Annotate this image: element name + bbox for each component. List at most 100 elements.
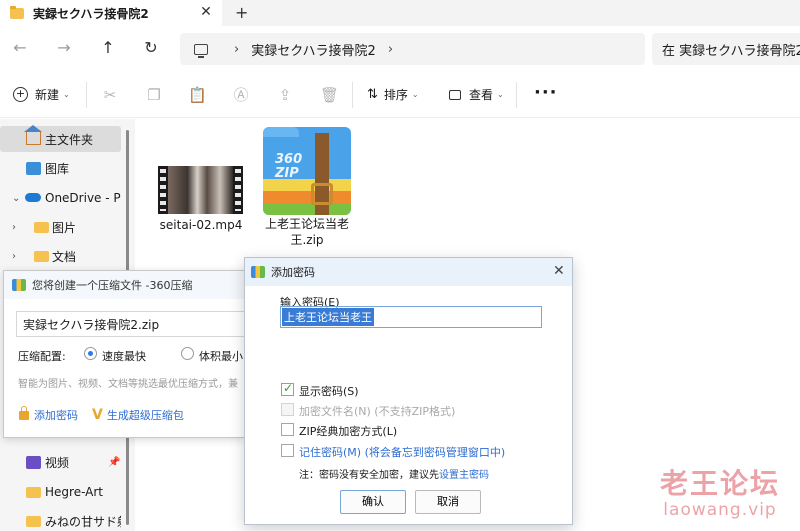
remember-password-checkbox[interactable] <box>281 444 294 457</box>
zip-tab <box>263 127 299 137</box>
app-360-icon <box>12 279 26 291</box>
chevron-down-icon: ⌄ <box>497 90 504 99</box>
remember-password-label[interactable]: 记住密码(M) (将会备忘到密码管理窗口中) <box>299 444 505 460</box>
radio-smallest[interactable] <box>181 347 194 360</box>
super-compress-label: 生成超级压缩包 <box>106 409 184 422</box>
folder-icon <box>34 222 49 233</box>
password-dialog-title: 添加密码 <box>271 266 315 279</box>
view-button[interactable]: 查看 ⌄ <box>449 86 504 103</box>
password-input[interactable]: 上老王论坛当老王 <box>280 306 542 328</box>
sidebar-item-documents[interactable]: › 文档 <box>0 243 121 269</box>
sidebar-item-gallery[interactable]: 图库 <box>0 155 121 181</box>
sidebar-item-label: 图库 <box>45 161 70 176</box>
breadcrumb-separator: › <box>234 41 240 57</box>
pin-icon[interactable]: 📌 <box>108 457 120 468</box>
sidebar-item-label: 图片 <box>52 220 77 235</box>
cancel-button[interactable]: 取消 <box>415 490 481 514</box>
compress-dialog-title: 您将创建一个压缩文件 -360压缩 <box>32 279 193 292</box>
refresh-icon[interactable]: ↻ <box>141 38 161 58</box>
sidebar-item-label: 视频 <box>45 455 70 470</box>
address-bar[interactable]: › 実録セクハラ接骨院2 › <box>180 33 645 65</box>
forward-arrow-icon[interactable]: → <box>54 38 74 58</box>
tab-title: 実録セクハラ接骨院2 <box>33 6 149 21</box>
zip-file-icon[interactable]: 360 ZIP <box>263 127 351 215</box>
sidebar-item-label: OneDrive - Personal <box>45 191 121 205</box>
watermark-cn: 老王论坛 <box>660 467 781 500</box>
monitor-icon <box>194 43 208 58</box>
app-360-icon <box>251 266 265 278</box>
new-label: 新建 <box>35 88 60 102</box>
add-icon: + <box>13 87 28 102</box>
toolbar-divider <box>516 82 517 108</box>
compress-hint: 智能为图片、视频、文档等挑选最优压缩方式，兼 <box>18 379 238 390</box>
sidebar-item-onedrive[interactable]: ⌄ OneDrive - Personal <box>0 185 121 211</box>
zip-classic-label[interactable]: ZIP经典加密方式(L) <box>299 423 397 439</box>
video-file-thumbnail[interactable] <box>158 166 243 214</box>
chevron-down-icon: ⌄ <box>63 90 70 99</box>
zip-icon-text: 360 ZIP <box>275 152 303 181</box>
cut-icon[interactable]: ✂ <box>101 86 119 104</box>
file-name-zip[interactable]: 上老王论坛当老王.zip <box>258 216 356 248</box>
breadcrumb-separator[interactable]: › <box>388 42 393 57</box>
chevron-right-icon[interactable]: › <box>12 251 16 262</box>
password-value: 上老王论坛当老王 <box>282 308 374 326</box>
sort-label: 排序 <box>383 88 408 102</box>
chevron-right-icon[interactable]: › <box>12 222 16 233</box>
sidebar-item-hegre-art[interactable]: Hegre-Art <box>0 479 121 505</box>
chevron-down-icon[interactable]: ⌄ <box>12 193 20 204</box>
archive-name-input[interactable]: 実録セクハラ接骨院2.zip <box>16 311 246 337</box>
super-compress-link[interactable]: V 生成超级压缩包 <box>92 407 184 423</box>
paste-icon[interactable]: 📋 <box>188 86 207 104</box>
password-dialog-titlebar[interactable]: 添加密码 <box>245 258 572 286</box>
rename-icon[interactable]: Ⓐ <box>232 86 250 104</box>
show-password-label[interactable]: 显示密码(S) <box>299 383 359 399</box>
home-icon <box>24 125 42 145</box>
video-icon <box>26 456 41 469</box>
zip-band <box>263 203 351 215</box>
compress-dialog-titlebar[interactable]: 您将创建一个压缩文件 -360压缩 <box>4 271 246 299</box>
share-icon[interactable]: ⇪ <box>276 86 294 104</box>
sort-button[interactable]: ⇅ 排序 ⌄ <box>367 86 419 103</box>
zip-classic-checkbox[interactable] <box>281 423 294 436</box>
delete-icon[interactable]: 🗑 <box>320 86 339 104</box>
tab-close-icon[interactable]: ✕ <box>199 5 213 19</box>
add-password-label: 添加密码 <box>34 409 78 422</box>
ok-button[interactable]: 确认 <box>340 490 406 514</box>
more-options-icon[interactable]: ··· <box>534 82 558 103</box>
sidebar-item-mineno[interactable]: みねの甘サド射 <box>0 508 121 531</box>
toolbar-divider <box>352 82 353 108</box>
copy-icon[interactable]: ❐ <box>145 86 163 104</box>
radio-fastest[interactable] <box>84 347 97 360</box>
encrypt-filename-label: 加密文件名(N) (不支持ZIP格式) <box>299 405 456 418</box>
password-note-text: 注：密码没有安全加密，建议先 <box>299 470 439 481</box>
sidebar-item-label: Hegre-Art <box>45 485 103 499</box>
video-frame-image <box>168 166 233 214</box>
radio-smallest-label[interactable]: 体积最小 <box>199 348 243 364</box>
folder-icon <box>26 516 41 527</box>
command-toolbar: + 新建 ⌄ ✂ ❐ 📋 Ⓐ ⇪ 🗑 ⇅ 排序 ⌄ 查看 ⌄ ··· <box>0 72 800 118</box>
view-icon <box>449 89 461 100</box>
search-input[interactable]: 在 実録セクハラ接骨院2 中搜索 <box>652 33 800 65</box>
chevron-down-icon: ⌄ <box>411 90 419 99</box>
compress-option-label: 压缩配置: <box>18 350 66 363</box>
sidebar-item-pictures[interactable]: › 图片 <box>0 214 121 240</box>
new-button[interactable]: + 新建 ⌄ <box>13 86 70 103</box>
encrypt-filename-checkbox <box>281 403 294 416</box>
back-arrow-icon[interactable]: ← <box>10 38 30 58</box>
radio-fastest-label[interactable]: 速度最快 <box>102 348 146 364</box>
breadcrumb-folder[interactable]: 実録セクハラ接骨院2 <box>251 40 376 59</box>
navigation-bar: ← → ↑ ↻ › 実録セクハラ接骨院2 › 在 実録セクハラ接骨院2 中搜索 <box>0 26 800 72</box>
zip-buckle <box>311 183 333 205</box>
tab-folder[interactable]: 実録セクハラ接骨院2 ✕ <box>0 0 222 26</box>
close-icon[interactable]: ✕ <box>553 264 565 278</box>
new-tab-button[interactable]: + <box>235 3 248 22</box>
add-password-link[interactable]: 添加密码 <box>19 405 78 423</box>
sidebar-item-videos[interactable]: 视频 📌 <box>0 449 121 475</box>
show-password-checkbox[interactable] <box>281 381 294 396</box>
set-master-password-link[interactable]: 设置主密码 <box>439 470 489 481</box>
up-arrow-icon[interactable]: ↑ <box>98 38 118 58</box>
sidebar-item-home[interactable]: 主文件夹 <box>0 125 121 152</box>
file-name-video[interactable]: seitai-02.mp4 <box>150 218 252 232</box>
folder-icon <box>26 487 41 498</box>
sort-icon: ⇅ <box>367 87 378 102</box>
